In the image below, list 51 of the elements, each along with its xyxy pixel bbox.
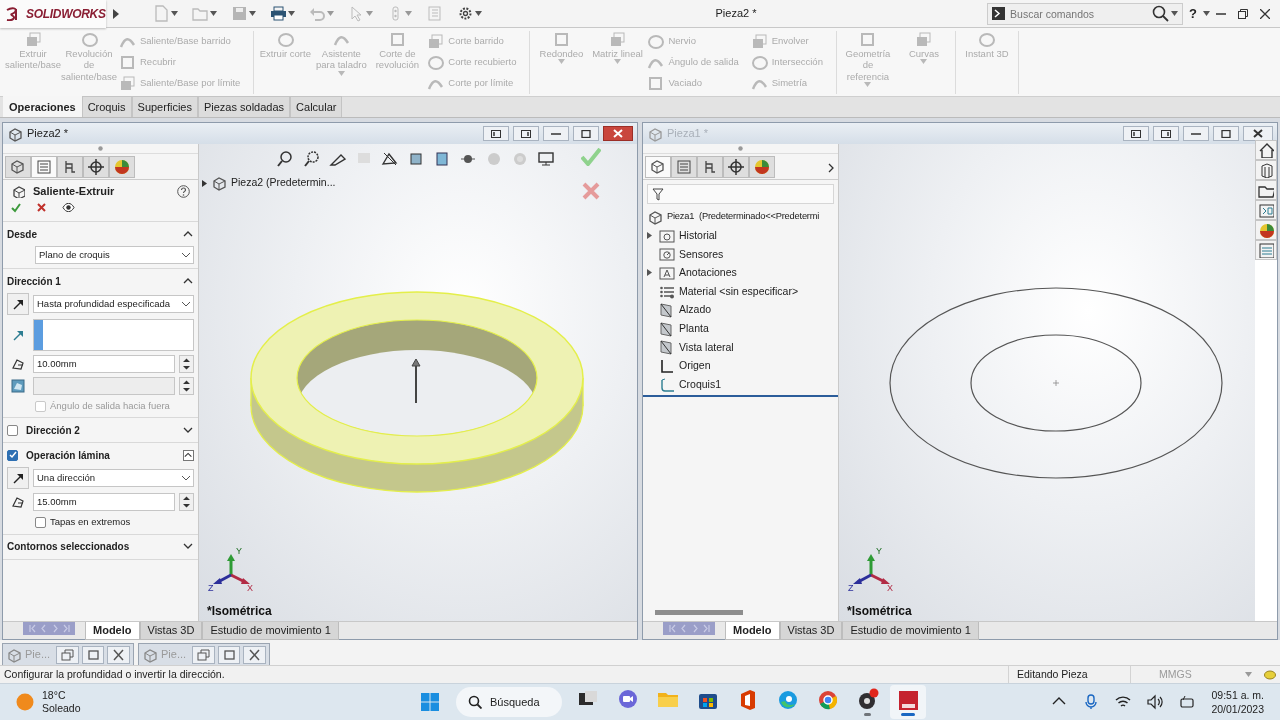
number-field[interactable]: 15.00mm [33, 493, 175, 512]
section-title: Dirección 2 [26, 423, 81, 438]
temperature: 18°C [42, 688, 67, 702]
checkbox-label: Ángulo de salida hacia fuera [50, 399, 170, 413]
minimized-title: Pie... [161, 647, 187, 663]
panel-title: Saliente-Extruir [33, 183, 116, 199]
tree-item[interactable]: Croquis1 [679, 376, 722, 393]
tree-item[interactable]: Vista lateral [679, 339, 734, 356]
view-label: *Isométrica [207, 603, 272, 620]
status-message: Configurar la profundidad o invertir la dirección. [3, 666, 226, 682]
tree-item[interactable]: Pieza1 (Predeterminado<<Predetermi [667, 210, 820, 225]
minimized-title: Pie... [25, 647, 51, 663]
tree-item[interactable]: Planta [679, 321, 709, 337]
section-title: Contornos seleccionados [7, 540, 131, 554]
document-title: Pieza2 * [27, 126, 68, 142]
model-tab[interactable]: Modelo [725, 622, 780, 640]
view-label: *Isométrica [847, 603, 912, 620]
axis-triad-drawing: X Y Z [847, 545, 899, 593]
tree-item[interactable]: Historial [679, 228, 717, 244]
logo-text: SOLIDWORKS [26, 5, 106, 23]
section-title: Desde [7, 227, 38, 242]
model-tab[interactable]: Vistas 3D [139, 622, 203, 640]
document-title: Pieza1 * [667, 126, 708, 142]
checkbox-label: Tapas en extremos [50, 515, 131, 530]
status-mode: Editando Pieza [1017, 666, 1088, 682]
weather-condition: Soleado [42, 702, 81, 716]
dropdown[interactable]: Hasta profundidad especificada [33, 295, 194, 313]
axis-triad-drawing: X Y Z [207, 545, 259, 593]
window-title: Pieza2 * [715, 6, 757, 22]
tree-item[interactable]: Origen [679, 358, 711, 374]
model-tab[interactable]: Estudio de movimiento 1 [842, 622, 979, 640]
dropdown[interactable]: Una dirección [33, 469, 194, 488]
clock-time[interactable]: 09:51 a. m. [1211, 687, 1264, 702]
tree-item[interactable]: Sensores [679, 246, 724, 263]
section-title: Dirección 1 [7, 274, 62, 289]
section-title: Operación lámina [26, 448, 111, 463]
tree-item[interactable]: Anotaciones [679, 265, 737, 281]
help-button[interactable]: ? [1183, 3, 1203, 24]
model-tab[interactable]: Modelo [85, 622, 140, 640]
search-field[interactable]: Buscar comandos [987, 2, 1184, 25]
taskbar-search-field[interactable]: Búsqueda [456, 687, 562, 717]
dropdown[interactable]: Plano de croquis [35, 246, 194, 264]
tree-item[interactable]: Material <sin especificar> [679, 283, 799, 300]
number-field[interactable]: 10.00mm [33, 355, 175, 373]
tree-item[interactable]: Alzado [679, 302, 712, 319]
model-tab[interactable]: Vistas 3D [779, 622, 843, 640]
command-tab[interactable]: Operaciones [3, 95, 82, 117]
model-tab[interactable]: Estudio de movimiento 1 [202, 622, 339, 640]
command-tab[interactable]: Calcular [290, 95, 343, 117]
tree-item[interactable]: Pieza2 (Predetermin... [231, 175, 336, 191]
clock-date[interactable]: 20/01/2023 [1211, 702, 1264, 717]
